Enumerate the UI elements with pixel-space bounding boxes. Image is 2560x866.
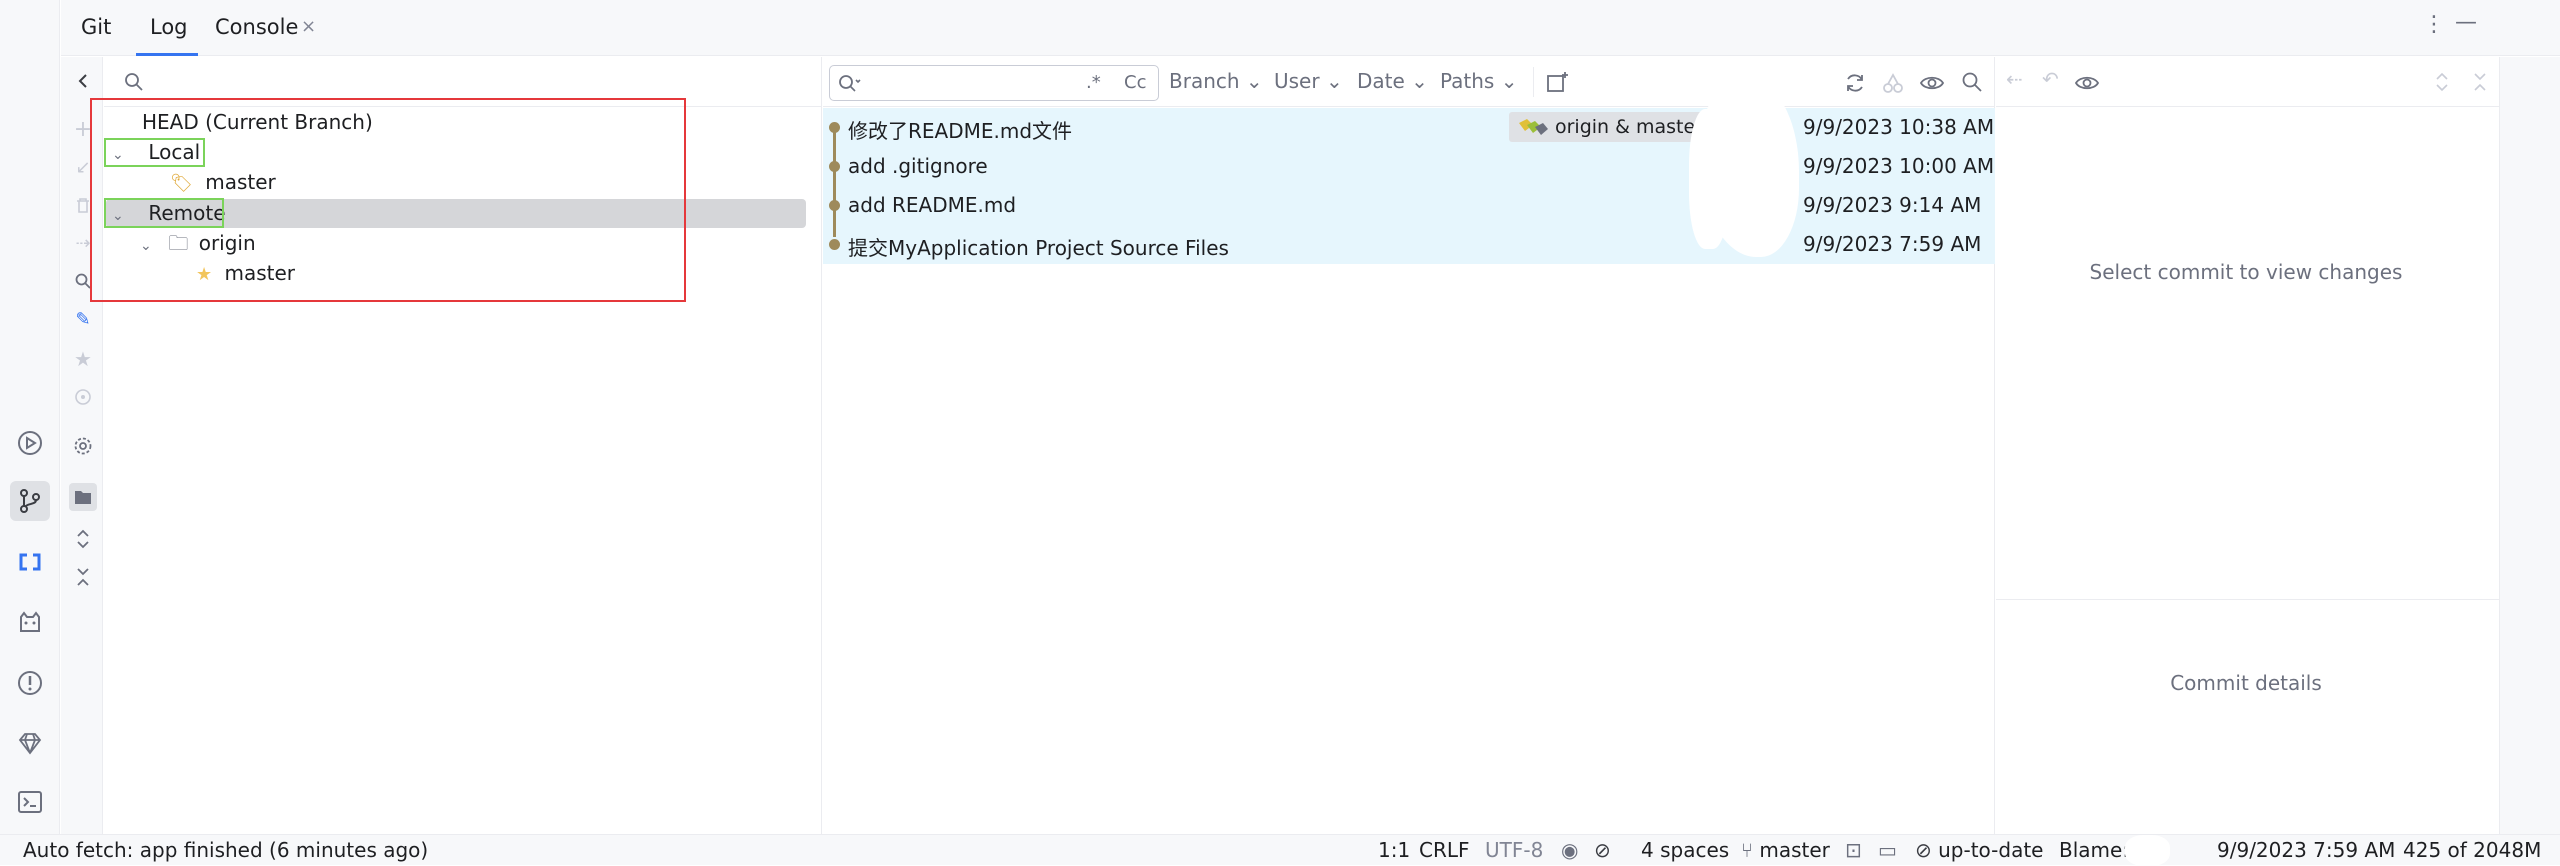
book-icon[interactable]: ▭	[1878, 838, 1897, 862]
commit-row[interactable]: 修改了README.md文件 origin & master 9/9/2023 …	[823, 108, 1995, 147]
commit-row[interactable]: add README.md 9/9/2023 9:14 AM	[823, 186, 1995, 225]
expand-icon[interactable]	[2434, 71, 2450, 93]
tool-window-title: Git	[81, 15, 112, 39]
user-filter[interactable]: User ⌄	[1274, 69, 1343, 93]
annotation-green-box-local	[104, 138, 205, 167]
ref-badge: origin & master	[1509, 112, 1709, 142]
commit-log-panel: .* Cc Branch ⌄ User ⌄ Date ⌄ Paths ⌄ 修改了…	[823, 57, 1995, 834]
close-tab-icon[interactable]: ×	[301, 16, 316, 37]
problems-icon[interactable]	[10, 663, 50, 703]
blame-label[interactable]: Blame:	[2059, 838, 2129, 862]
blame-date[interactable]: 9/9/2023 7:59 AM	[2217, 838, 2395, 862]
status-message[interactable]: Auto fetch: app finished (6 minutes ago)	[23, 838, 428, 862]
prev-change-icon[interactable]: ⇠	[2006, 67, 2023, 91]
commit-date: 9/9/2023 7:59 AM	[1803, 232, 1982, 256]
commit-graph-node	[829, 161, 840, 172]
search-icon	[125, 73, 143, 91]
terminal-icon[interactable]	[10, 782, 50, 822]
commit-row[interactable]: 提交MyApplication Project Source Files 9/9…	[823, 225, 1995, 264]
commit-refs: origin & master	[1555, 116, 1703, 138]
branch-icon: ⑂	[1741, 838, 1753, 862]
vcs-branch[interactable]: ⑂ master	[1741, 838, 1830, 862]
right-tool-strip	[2499, 57, 2560, 834]
paths-filter[interactable]: Paths ⌄	[1440, 69, 1517, 93]
commit-date: 9/9/2023 10:00 AM	[1803, 154, 1995, 178]
memory-indicator[interactable]: 425 of 2048M	[2403, 838, 2541, 862]
panel-divider	[1996, 599, 2499, 600]
revert-icon[interactable]: ↶	[2042, 67, 2059, 91]
search-icon[interactable]	[1961, 71, 1983, 93]
collapse-panel-icon[interactable]	[71, 69, 95, 93]
commit-graph-line	[833, 123, 836, 237]
commit-message: add README.md	[848, 193, 1017, 217]
code-with-me-icon[interactable]	[10, 542, 50, 582]
up-to-date-icon: ⊘	[1915, 838, 1932, 862]
tab-log[interactable]: Log	[150, 15, 188, 39]
changes-placeholder: Select commit to view changes	[2089, 260, 2403, 284]
commit-message: 提交MyApplication Project Source Files	[848, 236, 1229, 260]
more-options-icon[interactable]: ⋮	[2423, 12, 2445, 37]
log-search-field[interactable]: .* Cc	[829, 65, 1159, 101]
navigate-icon[interactable]	[71, 385, 95, 409]
vcs-status[interactable]: ⊘ up-to-date	[1915, 838, 2043, 862]
date-filter[interactable]: Date ⌄	[1357, 69, 1428, 93]
favorite-icon[interactable]: ★	[71, 347, 95, 371]
redaction-mark	[1689, 109, 1729, 249]
toolbar-separator	[1533, 67, 1534, 97]
commit-message: 修改了README.md文件	[848, 119, 1073, 143]
minimize-icon[interactable]: —	[2455, 10, 2477, 35]
redaction-mark	[2125, 835, 2170, 866]
tab-console[interactable]: Console	[215, 15, 298, 39]
eye-icon[interactable]	[2074, 71, 2100, 95]
details-placeholder: Commit details	[2170, 671, 2322, 695]
tool-window-strip	[0, 0, 60, 834]
refresh-icon[interactable]	[1843, 71, 1867, 95]
cat-icon[interactable]	[10, 603, 50, 643]
commit-date: 9/9/2023 10:38 AM	[1803, 115, 1995, 139]
run-icon[interactable]	[10, 423, 50, 463]
line-ending[interactable]: CRLF	[1419, 838, 1470, 862]
file-encoding[interactable]: UTF-8	[1485, 838, 1543, 862]
branch-filter[interactable]: Branch ⌄	[1169, 69, 1263, 93]
log-toolbar: .* Cc Branch ⌄ User ⌄ Date ⌄ Paths ⌄	[823, 57, 1995, 107]
caret-position[interactable]: 1:1	[1378, 838, 1410, 862]
commit-graph-node	[829, 122, 840, 133]
collapse-all-icon[interactable]	[71, 565, 95, 589]
expand-all-icon[interactable]	[71, 527, 95, 551]
collapse-icon[interactable]	[2472, 71, 2488, 93]
indent-setting[interactable]: 4 spaces	[1641, 838, 1729, 862]
commit-date: 9/9/2023 9:14 AM	[1803, 193, 1982, 217]
cherry-pick-icon[interactable]	[1881, 71, 1905, 95]
no-inspections-icon[interactable]: ⊘	[1594, 838, 1611, 862]
active-tab-indicator	[136, 53, 198, 56]
checkout-icon[interactable]: ✎	[71, 307, 95, 331]
commit-message: add .gitignore	[848, 154, 988, 178]
branch-tags-icon	[1519, 119, 1548, 135]
match-case-toggle[interactable]: Cc	[1124, 72, 1146, 93]
commit-row[interactable]: add .gitignore 9/9/2023 10:00 AM	[823, 147, 1995, 186]
readonly-eye-icon[interactable]: ◉	[1561, 838, 1578, 862]
git-tool-window-header: Git Log Console × ⋮ —	[61, 0, 2560, 56]
commit-graph-node	[829, 200, 840, 211]
lock-icon[interactable]: ⊡	[1845, 838, 1862, 862]
settings-gear-icon[interactable]	[71, 434, 95, 458]
branch-search-input[interactable]	[152, 65, 802, 99]
status-bar: Auto fetch: app finished (6 minutes ago)…	[0, 834, 2560, 866]
commit-graph-node	[829, 239, 840, 250]
branches-panel: HEAD (Current Branch) ⌄ Local 🏷 master ⌄…	[90, 57, 822, 834]
eye-icon[interactable]	[1919, 71, 1945, 95]
regex-toggle[interactable]: .*	[1086, 72, 1101, 93]
search-history-icon[interactable]	[838, 74, 862, 94]
group-by-directory-icon[interactable]	[69, 483, 97, 511]
new-tab-icon[interactable]	[1545, 70, 1569, 94]
diamond-icon[interactable]	[10, 723, 50, 763]
git-branch-icon[interactable]	[10, 481, 50, 521]
annotation-green-box-remote	[104, 198, 224, 228]
commit-details-panel: ⇠ ↶ Select commit to view changes Commit…	[1996, 57, 2560, 834]
details-toolbar: ⇠ ↶	[1996, 57, 2560, 107]
